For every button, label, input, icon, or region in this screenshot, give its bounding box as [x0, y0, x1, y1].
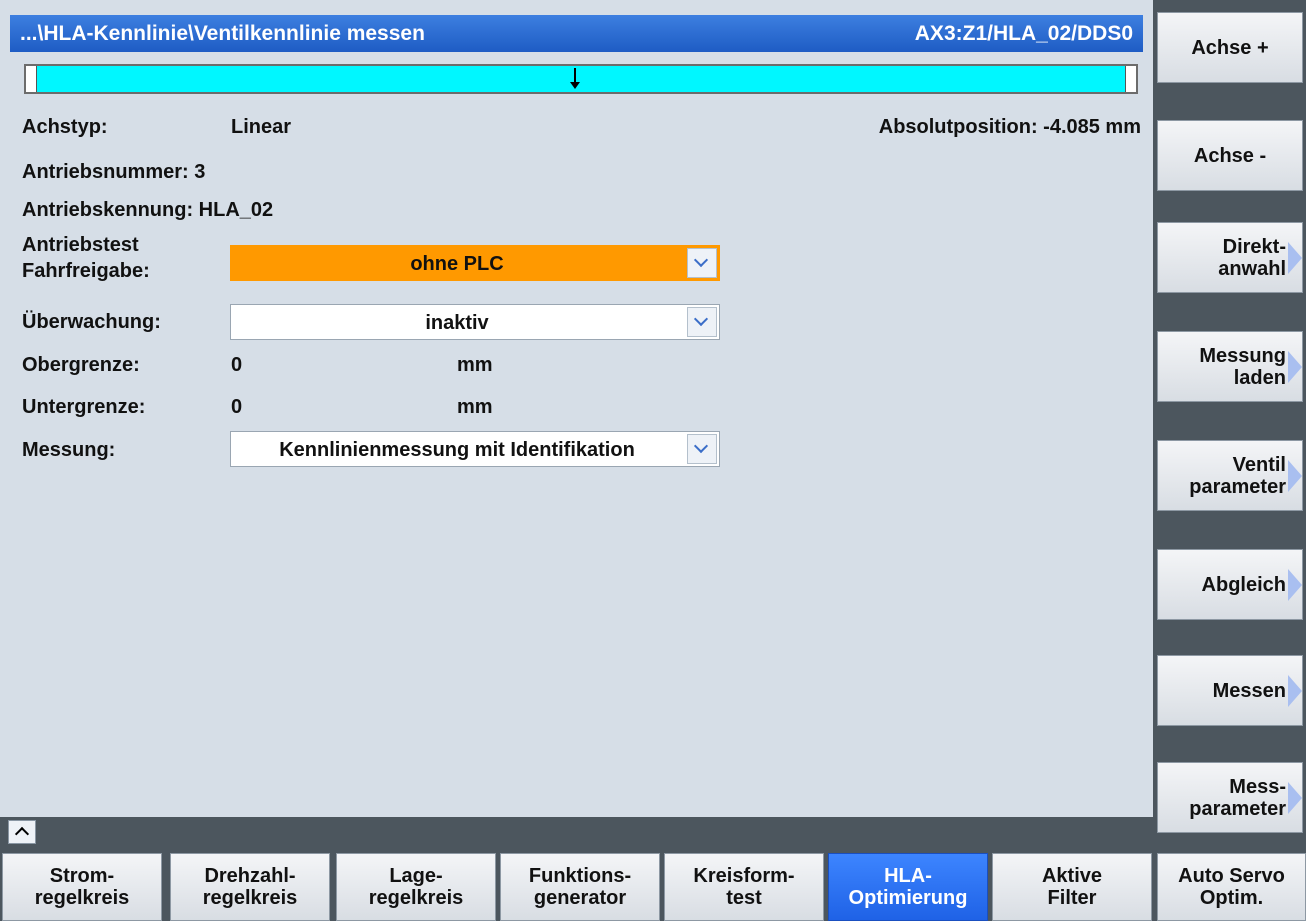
chevron-down-icon[interactable]	[687, 248, 717, 278]
softkey-kreisformtest[interactable]: Kreisform- test	[664, 853, 824, 921]
arrow-right-icon	[1288, 781, 1302, 814]
softkey-messen[interactable]: Messen	[1157, 655, 1303, 726]
softkey-label: HLA- Optimierung	[848, 865, 968, 909]
untergrenze-unit: mm	[457, 396, 493, 418]
antriebsnummer: Antriebsnummer: 3	[22, 161, 206, 183]
softkey-achse-plus[interactable]: Achse +	[1157, 12, 1303, 83]
softkey-label: Kreisform- test	[693, 865, 795, 909]
axis-id: AX3:Z1/HLA_02/DDS0	[914, 22, 1133, 45]
arrow-right-icon	[1288, 459, 1302, 492]
main-panel: ...\HLA-Kennlinie\Ventilkennlinie messen…	[0, 0, 1153, 817]
softkey-label: Drehzahl- regelkreis	[202, 865, 298, 909]
softkey-lageregelkreis[interactable]: Lage- regelkreis	[336, 853, 496, 921]
softkey-label: Achse -	[1193, 144, 1267, 167]
scroll-up-button[interactable]	[8, 820, 36, 844]
obergrenze-value[interactable]: 0	[231, 354, 242, 377]
arrow-right-icon	[1288, 674, 1302, 707]
softkey-label: Strom- regelkreis	[34, 865, 130, 909]
softkey-label: Direkt- anwahl	[1218, 235, 1286, 280]
untergrenze-label: Untergrenze:	[22, 396, 146, 418]
softkey-ventil-parameter[interactable]: Ventil parameter	[1157, 440, 1303, 511]
softkey-label: Abgleich	[1201, 573, 1286, 596]
antriebstest-value: ohne PLC	[410, 253, 504, 275]
softkey-messung-laden[interactable]: Messung laden	[1157, 331, 1303, 402]
ueberwachung-select[interactable]: inaktiv	[230, 304, 720, 340]
softkey-abgleich[interactable]: Abgleich	[1157, 549, 1303, 620]
arrow-right-icon	[1288, 568, 1302, 601]
softkey-label: Auto Servo Optim.	[1178, 865, 1285, 909]
softkey-label: Lage- regelkreis	[368, 865, 464, 909]
softkey-hla-optimierung[interactable]: HLA- Optimierung	[828, 853, 988, 921]
softkey-label: Messen	[1212, 679, 1286, 702]
messung-label: Messung:	[22, 439, 116, 461]
softkey-label: Messung laden	[1199, 344, 1286, 389]
antriebskennung: Antriebskennung: HLA_02	[22, 199, 274, 221]
arrow-right-icon	[1288, 241, 1302, 274]
softkey-direktanwahl[interactable]: Direkt- anwahl	[1157, 222, 1303, 293]
position-bar-fill	[36, 66, 1126, 92]
softkey-label: Funktions- generator	[528, 865, 632, 909]
softkey-label: Aktive Filter	[1041, 865, 1103, 909]
softkey-aktive-filter[interactable]: Aktive Filter	[992, 853, 1152, 921]
softkey-stromregelkreis[interactable]: Strom- regelkreis	[2, 853, 162, 921]
untergrenze-value[interactable]: 0	[231, 396, 242, 419]
softkey-auto-servo-optim[interactable]: Auto Servo Optim.	[1157, 853, 1306, 921]
achstyp-value: Linear	[231, 116, 292, 138]
softkey-drehzahlregelkreis[interactable]: Drehzahl- regelkreis	[170, 853, 330, 921]
antriebstest-label-2: Fahrfreigabe:	[22, 260, 150, 282]
softkey-funktionsgenerator[interactable]: Funktions- generator	[500, 853, 660, 921]
chevron-down-icon[interactable]	[687, 307, 717, 337]
title-bar: ...\HLA-Kennlinie\Ventilkennlinie messen…	[10, 15, 1143, 52]
position-bar	[24, 64, 1138, 94]
absolutposition: Absolutposition: -4.085 mm	[878, 116, 1141, 138]
antriebstest-label-1: Antriebstest	[22, 234, 139, 256]
softkey-mess-parameter[interactable]: Mess- parameter	[1157, 762, 1303, 833]
title-path: ...\HLA-Kennlinie\Ventilkennlinie messen	[20, 22, 425, 45]
antriebstest-select[interactable]: ohne PLC	[230, 245, 720, 281]
softkey-label: Achse +	[1191, 36, 1269, 59]
obergrenze-unit: mm	[457, 354, 493, 376]
chevron-down-icon[interactable]	[687, 434, 717, 464]
achstyp-label: Achstyp:	[22, 116, 108, 138]
softkey-label: Ventil parameter	[1189, 453, 1286, 498]
messung-select[interactable]: Kennlinienmessung mit Identifikation	[230, 431, 720, 467]
messung-value: Kennlinienmessung mit Identifikation	[279, 439, 635, 461]
softkey-label: Mess- parameter	[1189, 775, 1286, 820]
obergrenze-label: Obergrenze:	[22, 354, 140, 376]
arrow-right-icon	[1288, 350, 1302, 383]
softkey-achse-minus[interactable]: Achse -	[1157, 120, 1303, 191]
ueberwachung-label: Überwachung:	[22, 311, 161, 333]
ueberwachung-value: inaktiv	[425, 312, 489, 334]
chevron-up-icon	[14, 826, 30, 842]
